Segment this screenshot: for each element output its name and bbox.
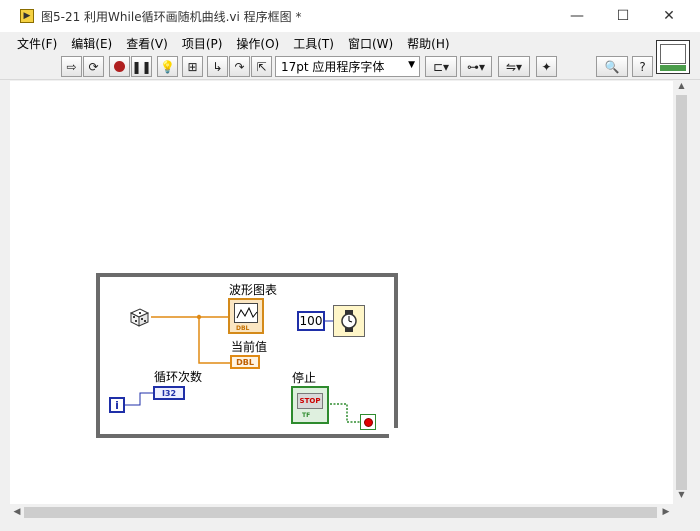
menu-view[interactable]: 查看(V) (126, 35, 168, 52)
menu-window[interactable]: 窗口(W) (348, 35, 393, 52)
step-into-icon[interactable]: ↳ (207, 56, 228, 77)
retain-wire-values-icon[interactable]: ⊞ (182, 56, 203, 77)
stop-button-face: STOP (297, 393, 323, 409)
menu-file[interactable]: 文件(F) (17, 35, 57, 52)
toolbar: ⇨ ⟳ ❚❚ 💡 ⊞ ↳ ↷ ⇱ 17pt 应用程序字体 ▼ ⊏▾ ⊶▾ ⇋▾ … (0, 54, 700, 80)
horizontal-scrollbar[interactable]: ◀ ▶ (10, 504, 673, 521)
chart-label: 波形图表 (229, 283, 278, 297)
stop-button-terminal[interactable]: STOP TF (291, 386, 329, 424)
scroll-up-icon[interactable]: ▲ (673, 81, 690, 95)
distribute-objects-icon[interactable]: ⊶▾ (460, 56, 492, 77)
loop-count-indicator[interactable]: I32 (153, 386, 185, 400)
maximize-button[interactable]: ☐ (600, 0, 646, 32)
left-edge (0, 81, 10, 504)
wristwatch-icon (341, 310, 357, 332)
window-title: 图5-21 利用While循环画随机曲线.vi 程序框图 * (41, 10, 302, 24)
title-bar: ▶ 图5-21 利用While循环画随机曲线.vi 程序框图 * — ☐ ✕ (0, 0, 700, 32)
labview-block-diagram-window: ▶ 图5-21 利用While循环画随机曲线.vi 程序框图 * — ☐ ✕ 文… (0, 0, 700, 531)
stop-type-label: TF (302, 412, 311, 419)
loop-count-label: 循环次数 (154, 370, 203, 384)
vertical-scroll-thumb[interactable] (676, 95, 687, 490)
pause-icon[interactable]: ❚❚ (131, 56, 152, 77)
menu-tools[interactable]: 工具(T) (293, 35, 334, 52)
menu-bar: 文件(F) 编辑(E) 查看(V) 项目(P) 操作(O) 工具(T) 窗口(W… (0, 32, 700, 54)
random-number-dice-icon[interactable] (128, 306, 150, 328)
scroll-down-icon[interactable]: ▼ (673, 490, 690, 504)
wait-ms-function[interactable] (333, 305, 365, 337)
vi-icon-graph (660, 44, 686, 64)
stop-if-true-icon (363, 417, 373, 427)
chevron-down-icon: ▼ (408, 60, 415, 70)
search-icon[interactable]: 🔍 (596, 56, 628, 77)
iteration-terminal[interactable]: i (109, 397, 125, 413)
current-value-indicator[interactable]: DBL (230, 355, 260, 369)
minimize-button[interactable]: — (554, 0, 600, 32)
step-out-icon[interactable]: ⇱ (251, 56, 272, 77)
clean-up-diagram-icon[interactable]: ✦ (536, 56, 557, 77)
run-arrow-icon[interactable]: ⇨ (61, 56, 82, 77)
current-value-label: 当前值 (231, 340, 268, 354)
loop-condition-terminal[interactable] (360, 414, 376, 430)
chart-type-label: DBL (236, 325, 250, 332)
run-continuous-icon[interactable]: ⟳ (83, 56, 104, 77)
menu-operate[interactable]: 操作(O) (236, 35, 279, 52)
horizontal-scroll-thumb[interactable] (24, 507, 657, 518)
chart-waveform-icon (236, 306, 258, 319)
vertical-scrollbar[interactable]: ▲ ▼ (673, 81, 690, 504)
vi-icon-strip (660, 65, 686, 71)
step-over-icon[interactable]: ↷ (229, 56, 250, 77)
wait-ms-constant[interactable]: 100 (297, 311, 325, 331)
labview-app-icon: ▶ (20, 9, 34, 23)
vi-icon[interactable] (656, 40, 690, 74)
bottom-edge (0, 521, 700, 531)
while-loop-resize-corner[interactable] (389, 428, 398, 438)
abort-icon[interactable] (109, 56, 130, 77)
scroll-left-icon[interactable]: ◀ (10, 504, 24, 521)
waveform-chart-terminal[interactable]: DBL (228, 298, 264, 334)
scroll-right-icon[interactable]: ▶ (659, 504, 673, 521)
context-help-icon[interactable]: ? (632, 56, 653, 77)
chart-graph-icon (234, 303, 258, 323)
stop-label: 停止 (292, 371, 317, 385)
reorder-icon[interactable]: ⇋▾ (498, 56, 530, 77)
menu-help[interactable]: 帮助(H) (407, 35, 449, 52)
font-select-value: 17pt 应用程序字体 (281, 60, 385, 74)
menu-edit[interactable]: 编辑(E) (71, 35, 112, 52)
menu-project[interactable]: 项目(P) (182, 35, 223, 52)
highlight-execution-icon[interactable]: 💡 (157, 56, 178, 77)
font-select[interactable]: 17pt 应用程序字体 ▼ (275, 56, 420, 77)
align-objects-icon[interactable]: ⊏▾ (425, 56, 457, 77)
right-edge (690, 81, 700, 531)
close-button[interactable]: ✕ (646, 0, 692, 32)
